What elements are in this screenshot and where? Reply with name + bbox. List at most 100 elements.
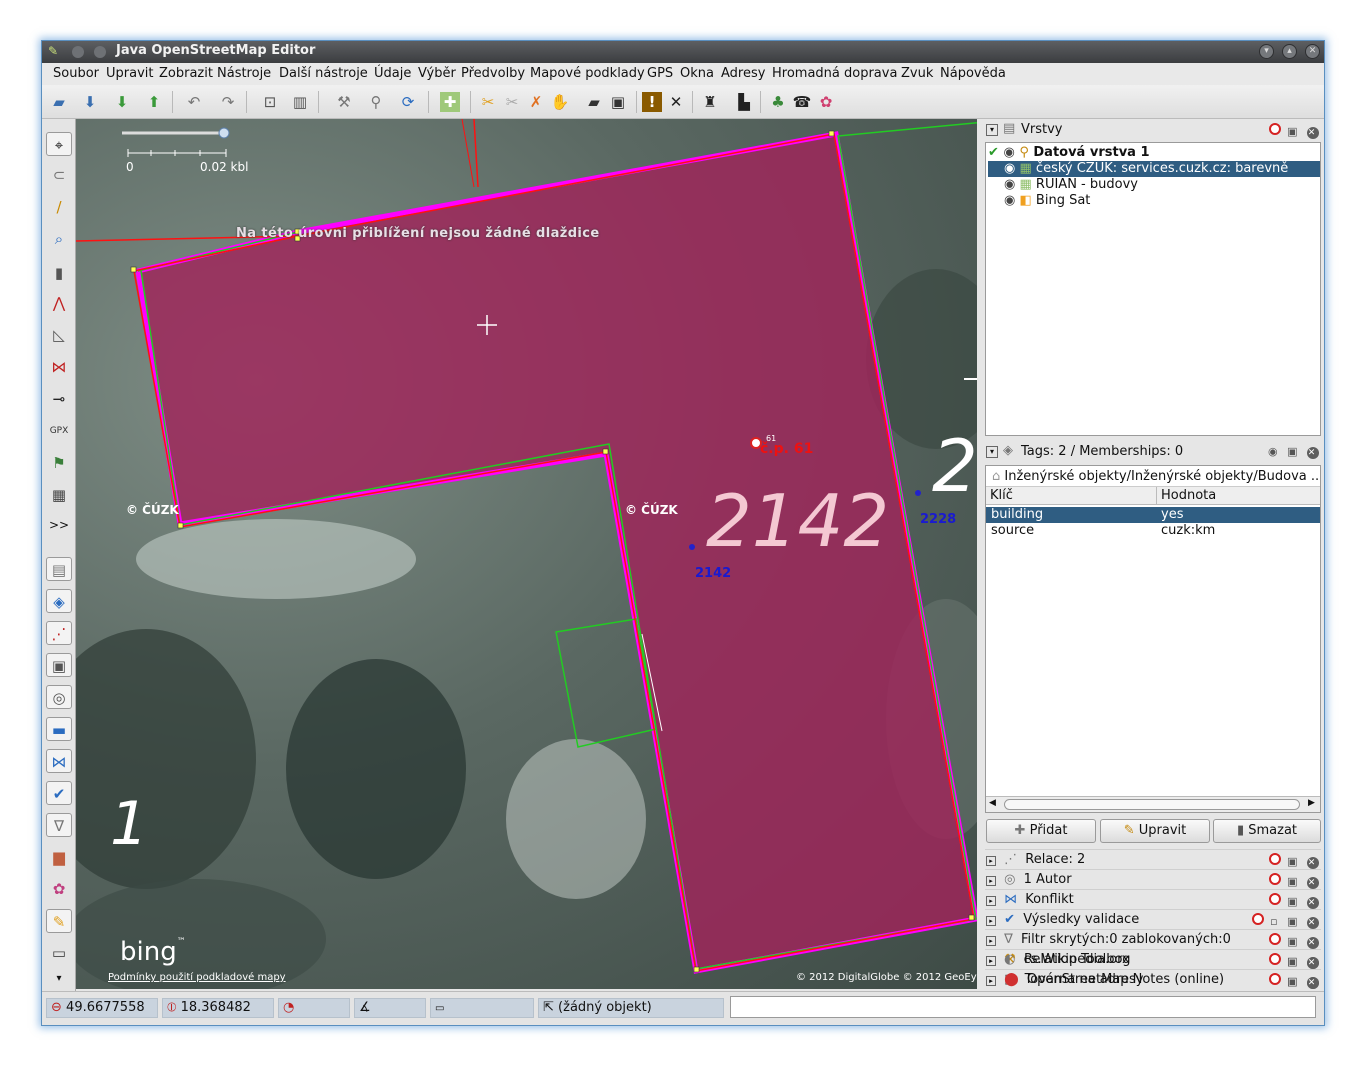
close-panel-icon[interactable]: ✕ bbox=[1307, 877, 1319, 889]
undo-icon[interactable]: ↶ bbox=[184, 92, 204, 112]
close-panel-icon[interactable]: ✕ bbox=[1307, 977, 1319, 989]
expand-icon[interactable]: ▸ bbox=[986, 936, 996, 946]
download-icon[interactable]: ⬇ bbox=[112, 92, 132, 112]
expand-icon[interactable]: ▸ bbox=[986, 916, 996, 926]
eye-toggle-icon[interactable]: ◉ bbox=[1268, 445, 1281, 458]
zoom-preview-icon[interactable]: ⊡ bbox=[260, 92, 280, 112]
menu-zvuk[interactable]: Zvuk bbox=[901, 66, 933, 81]
add-tag-button[interactable]: ✚ Přidat bbox=[986, 819, 1096, 843]
factory-icon[interactable]: ▙ bbox=[734, 92, 754, 112]
relations-toggle-icon[interactable]: ⋰ bbox=[46, 621, 72, 645]
close-panel-icon[interactable]: ✕ bbox=[1307, 857, 1319, 869]
dialog-authors[interactable]: ▸ ◎ 1 Autor ▣ ✕ bbox=[985, 869, 1321, 889]
plugin-tool-2-icon[interactable]: ⚲ bbox=[366, 92, 386, 112]
visibility-eye-icon[interactable]: ◉ bbox=[1004, 177, 1015, 192]
more-tools-icon[interactable]: >> bbox=[46, 513, 72, 537]
gpx-icon[interactable]: GPX bbox=[46, 419, 72, 443]
ruler-icon[interactable]: ▭ bbox=[46, 941, 72, 965]
plugin-tool-icon[interactable]: ⚒ bbox=[334, 92, 354, 112]
box-icon[interactable]: ▆ bbox=[46, 845, 72, 869]
maximize-button[interactable]: ▴ bbox=[1282, 44, 1297, 59]
map-view[interactable]: 0 0.02 kbl Na této úrovni přiblížení nej… bbox=[76, 119, 977, 989]
map-shape-icon[interactable]: ♣ bbox=[768, 92, 788, 112]
hide-panel-icon[interactable] bbox=[1268, 953, 1281, 965]
close-panel-icon[interactable]: ✕ bbox=[1307, 447, 1319, 459]
menu-okna[interactable]: Okna bbox=[680, 66, 714, 81]
preferences-icon[interactable]: ▥ bbox=[290, 92, 310, 112]
table-row[interactable]: source cuzk:km bbox=[986, 523, 1320, 539]
castle-icon[interactable]: ♜ bbox=[700, 92, 720, 112]
menu-mapove-podklady[interactable]: Mapové podklady bbox=[530, 66, 645, 81]
menu-napoveda[interactable]: Nápověda bbox=[940, 66, 1006, 81]
hide-panel-icon[interactable] bbox=[1268, 973, 1281, 985]
terms-of-use-link[interactable]: Podmínky použití podkladové mapy bbox=[108, 972, 286, 983]
dialog-validation[interactable]: ▸ ✔ Výsledky validace ▫ ▣ ✕ bbox=[985, 909, 1321, 929]
combine-way-icon[interactable]: ✂ bbox=[478, 92, 498, 112]
column-value[interactable]: Hodnota bbox=[1161, 487, 1216, 505]
hide-panel-icon[interactable] bbox=[1268, 933, 1281, 945]
filter-toggle-icon[interactable]: ∇ bbox=[46, 813, 72, 837]
dialog-wikipedia[interactable]: ▸ ◐ cs.Wikipedia.org ▣ ✕ bbox=[985, 949, 1321, 969]
detach-panel-icon[interactable]: ▣ bbox=[1287, 875, 1300, 888]
minimize-button[interactable]: ▾ bbox=[1259, 44, 1274, 59]
reload-icon[interactable]: ⟳ bbox=[398, 92, 418, 112]
history-toggle-icon[interactable]: ▬ bbox=[46, 717, 72, 741]
menu-upravit[interactable]: Upravit bbox=[106, 66, 153, 81]
menu-adresy[interactable]: Adresy bbox=[721, 66, 765, 81]
menu-dalsi-nastroje[interactable]: Další nástroje bbox=[279, 66, 368, 81]
visibility-eye-icon[interactable]: ◉ bbox=[1004, 193, 1015, 208]
minimize-dot[interactable] bbox=[72, 46, 84, 58]
scroll-down-icon[interactable]: ▾ bbox=[46, 971, 72, 987]
settings-small-icon[interactable]: ▫ bbox=[1270, 915, 1280, 928]
upload-icon[interactable]: ⬆ bbox=[144, 92, 164, 112]
menu-hromadna-doprava[interactable]: Hromadná doprava bbox=[772, 66, 897, 81]
detach-panel-icon[interactable]: ▣ bbox=[1287, 895, 1300, 908]
layer-row-bing[interactable]: ◉ ◧ Bing Sat bbox=[988, 193, 1320, 209]
delete-cross-icon[interactable]: ✕ bbox=[666, 92, 686, 112]
edit-tag-button[interactable]: ✎ Upravit bbox=[1100, 819, 1210, 843]
menu-vyber[interactable]: Výběr bbox=[418, 66, 456, 81]
hide-panel-icon[interactable] bbox=[1268, 853, 1281, 865]
close-panel-icon[interactable]: ✕ bbox=[1307, 937, 1319, 949]
parallel-icon[interactable]: ◺ bbox=[46, 323, 72, 347]
detach-panel-icon[interactable]: ▣ bbox=[1287, 855, 1300, 868]
scroll-thumb[interactable] bbox=[1004, 799, 1300, 810]
improve-way-icon[interactable]: ⋀ bbox=[46, 291, 72, 315]
preset-row[interactable]: ⌂ Inženýrské objekty/Inženýrské objekty/… bbox=[986, 466, 1320, 487]
zoom-mode-icon[interactable]: ⌕ bbox=[46, 227, 72, 251]
redo-icon[interactable]: ↷ bbox=[218, 92, 238, 112]
detach-panel-icon[interactable]: ▣ bbox=[1287, 445, 1300, 458]
layer-row-ruian[interactable]: ◉ ▦ RUIAN - budovy bbox=[988, 177, 1320, 193]
scroll-right-icon[interactable]: ▶ bbox=[1308, 798, 1315, 808]
building-tool-icon[interactable]: ▦ bbox=[46, 483, 72, 507]
lasso-icon[interactable]: ⊂ bbox=[46, 163, 72, 187]
pencil-toggle-icon[interactable]: ✎ bbox=[46, 909, 72, 933]
shade-dot[interactable] bbox=[94, 46, 106, 58]
expand-icon[interactable]: ▸ bbox=[986, 896, 996, 906]
layer-row-data[interactable]: ✔ ◉ ⚲ Datová vrstva 1 bbox=[988, 145, 1320, 161]
layer-list-toggle-icon[interactable]: ▤ bbox=[46, 557, 72, 581]
highway-icon[interactable]: ⚑ bbox=[46, 451, 72, 475]
collapse-icon[interactable]: ▾ bbox=[986, 124, 998, 136]
selection-toggle-icon[interactable]: ▣ bbox=[46, 653, 72, 677]
column-key[interactable]: Klíč bbox=[990, 487, 1013, 505]
help-text-field[interactable] bbox=[730, 996, 1316, 1018]
hide-panel-icon[interactable] bbox=[1268, 873, 1281, 885]
close-panel-icon[interactable]: ✕ bbox=[1307, 957, 1319, 969]
menu-nastroje[interactable]: Nástroje bbox=[217, 66, 271, 81]
save-icon[interactable]: ⬇ bbox=[80, 92, 100, 112]
detach-panel-icon[interactable]: ▣ bbox=[1287, 955, 1300, 968]
phone-icon[interactable]: ☎ bbox=[792, 92, 812, 112]
delete-mode-icon[interactable]: ▮ bbox=[46, 261, 72, 285]
menu-gps[interactable]: GPS bbox=[647, 66, 673, 81]
conflict-toggle-icon[interactable]: ⋈ bbox=[46, 749, 72, 773]
hide-panel-icon[interactable] bbox=[1268, 123, 1281, 135]
authors-toggle-icon[interactable]: ◎ bbox=[46, 685, 72, 709]
expand-icon[interactable]: ▸ bbox=[986, 956, 996, 966]
expand-icon[interactable]: ▸ bbox=[986, 876, 996, 886]
open-folder-icon[interactable]: ▰ bbox=[49, 92, 69, 112]
draw-mode-icon[interactable]: / bbox=[46, 195, 72, 219]
close-panel-icon[interactable]: ✕ bbox=[1307, 127, 1319, 139]
warning-icon[interactable]: ! bbox=[642, 92, 662, 112]
expand-icon[interactable]: ▸ bbox=[986, 976, 996, 986]
